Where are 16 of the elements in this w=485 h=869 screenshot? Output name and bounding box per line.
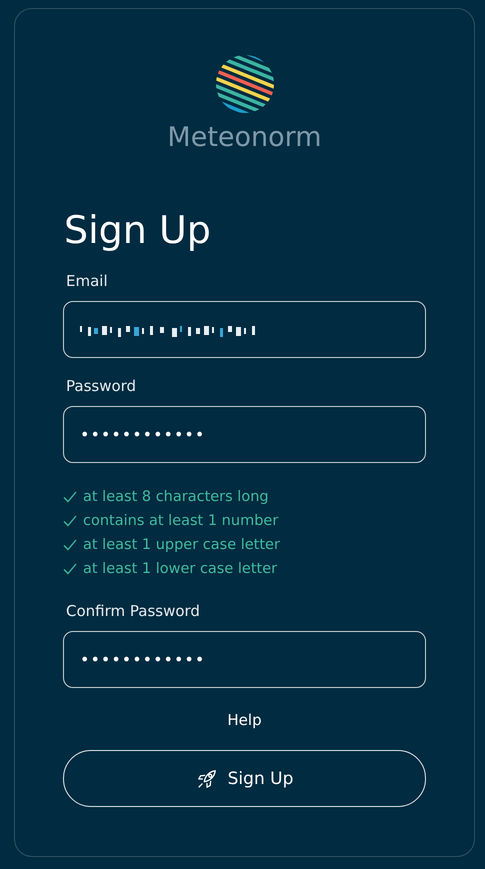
brand-name: Meteonorm: [167, 121, 322, 155]
requirement-text: at least 1 lower case letter: [83, 561, 278, 577]
requirement-text: at least 1 upper case letter: [83, 537, 280, 553]
logo-icon: [216, 55, 274, 113]
email-field[interactable]: [63, 301, 426, 358]
field-label: Password: [66, 376, 138, 396]
help-link[interactable]: Help: [227, 710, 262, 730]
sign-up-button[interactable]: Sign Up: [63, 750, 426, 807]
page-title: Sign Up: [64, 207, 212, 253]
password-field[interactable]: ••••••••••••: [63, 631, 426, 688]
password-field[interactable]: ••••••••••••: [63, 406, 426, 463]
requirement-text: contains at least 1 number: [83, 513, 278, 529]
requirement-text: at least 8 characters long: [83, 489, 269, 505]
rocket-icon: [196, 768, 218, 790]
field-label: Email: [66, 271, 109, 291]
field-label: Confirm Password: [66, 601, 201, 621]
